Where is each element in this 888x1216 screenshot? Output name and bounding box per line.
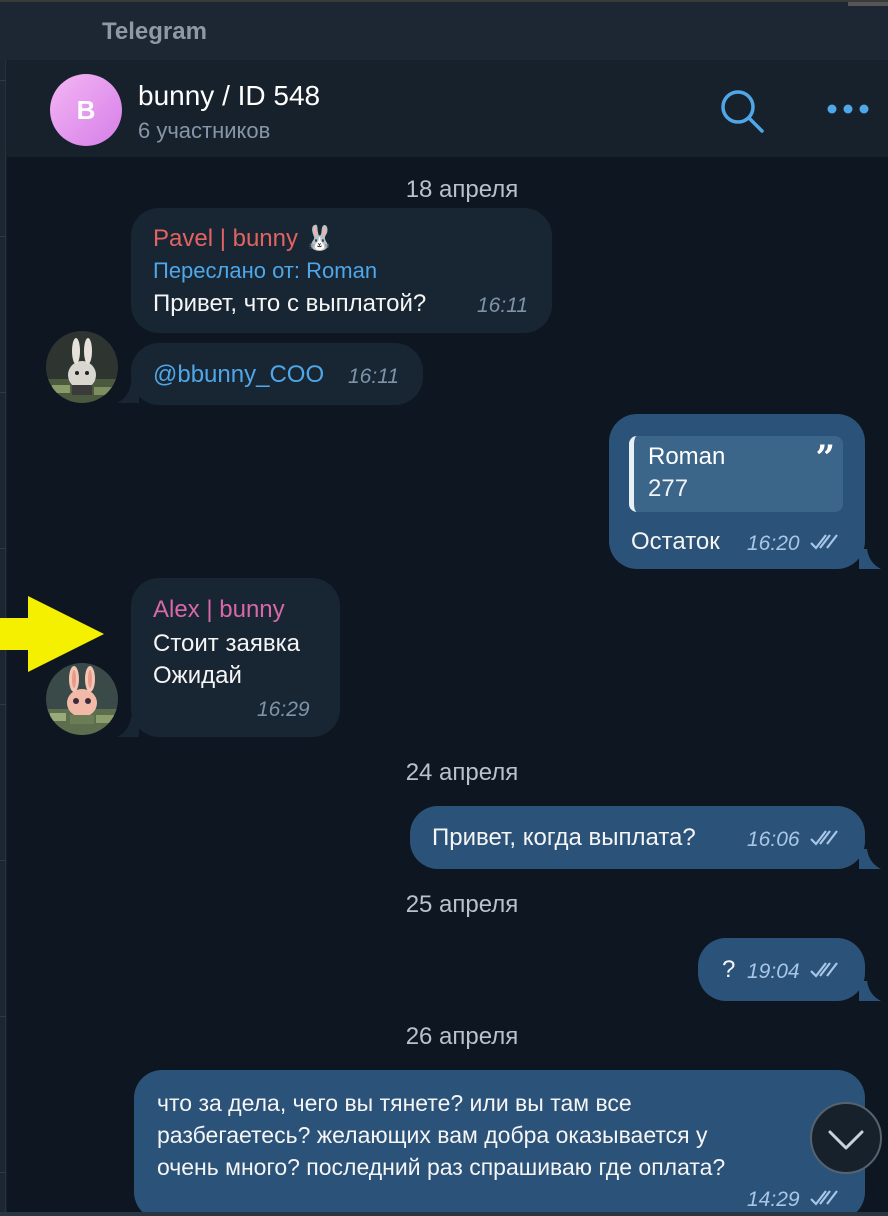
message-incoming[interactable]: Pavel | bunny 🐰 Переслано от: Roman Прив… xyxy=(131,208,552,333)
chat-title[interactable]: bunny / ID 548 xyxy=(138,80,320,112)
bubble-tail xyxy=(859,981,881,1001)
sender-name[interactable]: Pavel | bunny 🐰 xyxy=(153,224,335,253)
annotation-arrow-icon xyxy=(0,596,104,672)
more-dots-icon[interactable] xyxy=(825,96,871,122)
scroll-to-bottom-button[interactable] xyxy=(810,1102,882,1174)
message-text-line: разбегаетесь? желающих вам добра оказыва… xyxy=(157,1122,708,1148)
forwarded-from[interactable]: Переслано от: Roman xyxy=(153,258,377,284)
chevron-down-icon xyxy=(828,1130,864,1150)
message-incoming[interactable]: Alex | bunny Стоит заявка Ожидай 16:29 xyxy=(131,578,340,737)
double-check-icon xyxy=(810,962,838,978)
quote-author: Roman xyxy=(648,443,726,470)
members-count[interactable]: 6 участников xyxy=(138,118,270,144)
double-check-icon xyxy=(810,830,838,846)
message-time: 19:04 xyxy=(747,960,800,983)
message-time: 16:29 xyxy=(257,698,310,721)
bubble-tail xyxy=(859,549,881,569)
message-outgoing[interactable]: ? 19:04 xyxy=(698,938,865,1001)
double-check-icon xyxy=(810,1190,838,1206)
reply-quote[interactable]: Roman 277 ” xyxy=(629,436,843,512)
message-text-line: Ожидай xyxy=(153,662,242,689)
message-text: Остаток xyxy=(631,528,720,555)
quote-text: 277 xyxy=(648,475,689,502)
message-time: 16:11 xyxy=(348,365,399,388)
message-time: 16:06 xyxy=(747,828,800,851)
telegram-window: Telegram B bunny / ID 548 6 участников 1… xyxy=(0,0,888,1216)
mention-link[interactable]: @bbunny_COO xyxy=(153,361,324,389)
title-bar: Telegram xyxy=(0,0,888,60)
bubble-tail xyxy=(117,717,139,737)
chat-header: B bunny / ID 548 6 участников xyxy=(7,60,888,158)
date-separator: 26 апреля xyxy=(405,1023,519,1050)
window-edge xyxy=(848,2,888,6)
user-avatar[interactable] xyxy=(46,331,118,403)
sender-name[interactable]: Alex | bunny xyxy=(153,596,285,624)
message-text-line: что за дела, чего вы тянете? или вы там … xyxy=(157,1090,632,1116)
quote-icon: ” xyxy=(815,438,835,478)
search-icon[interactable] xyxy=(719,88,765,134)
message-text-line: очень много? последний раз спрашиваю где… xyxy=(157,1154,726,1180)
user-avatar[interactable] xyxy=(46,663,118,735)
message-text: Привет, что с выплатой? xyxy=(153,290,427,317)
window-bottom-edge xyxy=(0,1212,888,1216)
message-outgoing[interactable]: Roman 277 ” Остаток 16:20 xyxy=(609,414,865,569)
bubble-tail xyxy=(859,849,881,869)
message-text-line: Стоит заявка xyxy=(153,630,300,657)
message-incoming[interactable]: @bbunny_COO 16:11 xyxy=(131,343,423,405)
message-time: 16:11 xyxy=(477,294,528,317)
group-avatar[interactable]: B xyxy=(50,74,122,146)
app-title: Telegram xyxy=(102,18,207,45)
message-outgoing[interactable]: Привет, когда выплата? 16:06 xyxy=(410,806,865,869)
date-separator: 25 апреля xyxy=(405,891,519,918)
date-separator: 24 апреля xyxy=(405,759,519,786)
message-time: 16:20 xyxy=(747,532,800,555)
message-text: Привет, когда выплата? xyxy=(432,824,696,851)
date-separator: 18 апреля xyxy=(405,176,519,203)
message-text: ? xyxy=(722,956,736,983)
message-time: 14:29 xyxy=(747,1188,800,1211)
message-list[interactable]: 18 апреля Pavel | bunny 🐰 Переслано от: … xyxy=(7,158,888,1216)
message-outgoing[interactable]: что за дела, чего вы тянете? или вы там … xyxy=(134,1070,865,1216)
double-check-icon xyxy=(810,534,838,550)
